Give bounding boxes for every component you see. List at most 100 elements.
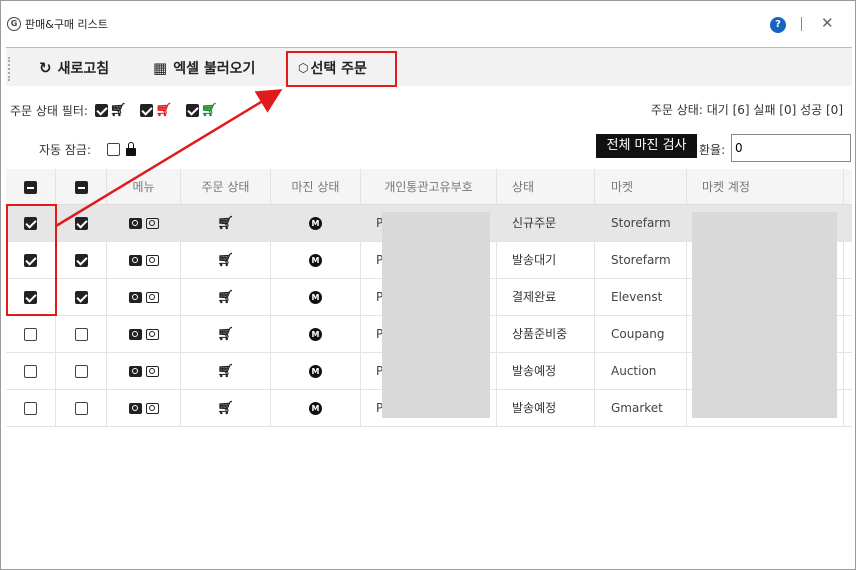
order-status-summary: 주문 상태: 대기 [6] 실패 [0] 성공 [0] <box>650 103 843 117</box>
row-checkbox-2[interactable] <box>74 328 88 341</box>
excel-import-label: 엑셀 불러오기 <box>173 61 256 77</box>
search-icon[interactable] <box>145 366 159 377</box>
header-margin-status[interactable]: 마진 상태 <box>271 169 361 205</box>
window-title: 판매&구매 리스트 <box>25 18 108 31</box>
row-checkbox-2[interactable] <box>74 217 88 230</box>
search-fill-icon[interactable] <box>128 329 142 340</box>
auto-lock-row: 자동 잠금: <box>39 141 137 158</box>
search-icon[interactable] <box>145 403 159 414</box>
cart-icon[interactable]: 🛒︎ <box>181 316 271 353</box>
market-cell: Gmarket <box>595 390 687 427</box>
grid-header: 메뉴 주문 상태 마진 상태 개인통관고유부호 상태 마켓 마켓 계정 <box>6 169 852 205</box>
header-menu[interactable]: 메뉴 <box>107 169 181 205</box>
order-status-filter: 주문 상태 필터: 🛒︎ 🛒︎ 🛒︎ <box>10 102 217 119</box>
header-customs-code[interactable]: 개인통관고유부호 <box>361 169 497 205</box>
exchange-rate-input[interactable] <box>731 134 851 162</box>
row-checkbox[interactable] <box>24 365 37 378</box>
row-checkbox[interactable] <box>24 402 37 415</box>
help-icon[interactable]: ? <box>770 17 786 33</box>
cart-icon[interactable]: 🛒︎ <box>181 205 271 242</box>
row-checkbox-2[interactable] <box>74 402 88 415</box>
lock-icon <box>126 141 137 156</box>
margin-icon[interactable]: M <box>309 217 322 230</box>
market-cell: Storefarm <box>595 205 687 242</box>
margin-status-cell: M <box>271 316 361 353</box>
row-checkbox-2[interactable] <box>74 254 88 267</box>
header-select-all[interactable] <box>6 169 56 205</box>
filter-checkbox-all[interactable] <box>94 104 108 117</box>
margin-icon[interactable]: M <box>309 365 322 378</box>
cart-icon[interactable]: 🛒︎ <box>181 353 271 390</box>
cart-icon[interactable]: 🛒︎ <box>181 390 271 427</box>
selected-rows-highlight <box>6 204 57 316</box>
title-bar: G 판매&구매 리스트 ? ✕ <box>1 1 855 47</box>
row-select-cell-2[interactable] <box>56 390 107 427</box>
row-select-cell[interactable] <box>6 316 56 353</box>
margin-status-cell: M <box>271 390 361 427</box>
cart-icon-black: 🛒︎ <box>109 103 127 118</box>
full-margin-check-button[interactable]: 전체 마진 검사 <box>596 134 697 158</box>
close-icon[interactable]: ✕ <box>821 14 834 32</box>
filter-checkbox-failed[interactable] <box>140 104 154 117</box>
refresh-button[interactable]: ↻ 새로고침 <box>39 53 109 83</box>
margin-icon[interactable]: M <box>309 402 322 415</box>
header-checkbox-2[interactable] <box>74 181 88 194</box>
row-menu <box>107 205 181 242</box>
header-order-status[interactable]: 주문 상태 <box>181 169 271 205</box>
row-select-cell-2[interactable] <box>56 242 107 279</box>
search-icon[interactable] <box>145 292 159 303</box>
margin-status-cell: M <box>271 205 361 242</box>
search-fill-icon[interactable] <box>128 292 142 303</box>
row-select-cell-2[interactable] <box>56 279 107 316</box>
row-select-cell[interactable] <box>6 390 56 427</box>
status-cell: 발송대기 <box>497 242 595 279</box>
title-separator <box>801 17 802 31</box>
margin-icon[interactable]: M <box>309 328 322 341</box>
search-fill-icon[interactable] <box>128 403 142 414</box>
toolbar-grip <box>8 57 10 81</box>
cart-icon-red: 🛒︎ <box>155 103 172 118</box>
row-checkbox-2[interactable] <box>74 291 88 304</box>
margin-status-cell: M <box>271 279 361 316</box>
filter-checkbox-success[interactable] <box>185 104 199 117</box>
excel-import-button[interactable]: ▦ 엑셀 불러오기 <box>153 53 255 83</box>
auto-lock-label: 자동 잠금: <box>39 143 92 157</box>
app-logo-icon: G <box>7 17 21 31</box>
row-checkbox[interactable] <box>24 328 37 341</box>
header-market-account[interactable]: 마켓 계정 <box>687 169 844 205</box>
auto-lock-checkbox[interactable] <box>107 143 121 156</box>
header-status[interactable]: 상태 <box>497 169 595 205</box>
row-menu <box>107 279 181 316</box>
market-cell: Elevenst <box>595 279 687 316</box>
market-cell: Storefarm <box>595 242 687 279</box>
status-cell: 상품준비중 <box>497 316 595 353</box>
refresh-label: 새로고침 <box>57 61 110 77</box>
app-window: G 판매&구매 리스트 ? ✕ ↻ 새로고침 ▦ 엑셀 불러오기 ⬡ 선택 주문… <box>0 0 856 570</box>
row-select-cell-2[interactable] <box>56 353 107 390</box>
cart-icon[interactable]: 🛒︎ <box>181 242 271 279</box>
row-menu <box>107 316 181 353</box>
margin-icon[interactable]: M <box>309 254 322 267</box>
search-fill-icon[interactable] <box>128 366 142 377</box>
search-icon[interactable] <box>145 255 159 266</box>
toolbar <box>6 48 852 86</box>
margin-icon[interactable]: M <box>309 291 322 304</box>
header-select-all-2[interactable] <box>56 169 107 205</box>
search-fill-icon[interactable] <box>128 218 142 229</box>
cart-icon[interactable]: 🛒︎ <box>181 279 271 316</box>
header-market[interactable]: 마켓 <box>595 169 687 205</box>
search-icon[interactable] <box>145 329 159 340</box>
search-icon[interactable] <box>145 218 159 229</box>
row-select-cell-2[interactable] <box>56 316 107 353</box>
search-fill-icon[interactable] <box>128 255 142 266</box>
row-checkbox-2[interactable] <box>74 365 88 378</box>
row-menu <box>107 242 181 279</box>
market-cell: Coupang <box>595 316 687 353</box>
cart-icon-green: 🛒︎ <box>200 103 218 118</box>
margin-status-cell: M <box>271 353 361 390</box>
margin-status-cell: M <box>271 242 361 279</box>
row-menu <box>107 353 181 390</box>
row-select-cell-2[interactable] <box>56 205 107 242</box>
row-select-cell[interactable] <box>6 353 56 390</box>
header-checkbox-1[interactable] <box>24 181 37 194</box>
